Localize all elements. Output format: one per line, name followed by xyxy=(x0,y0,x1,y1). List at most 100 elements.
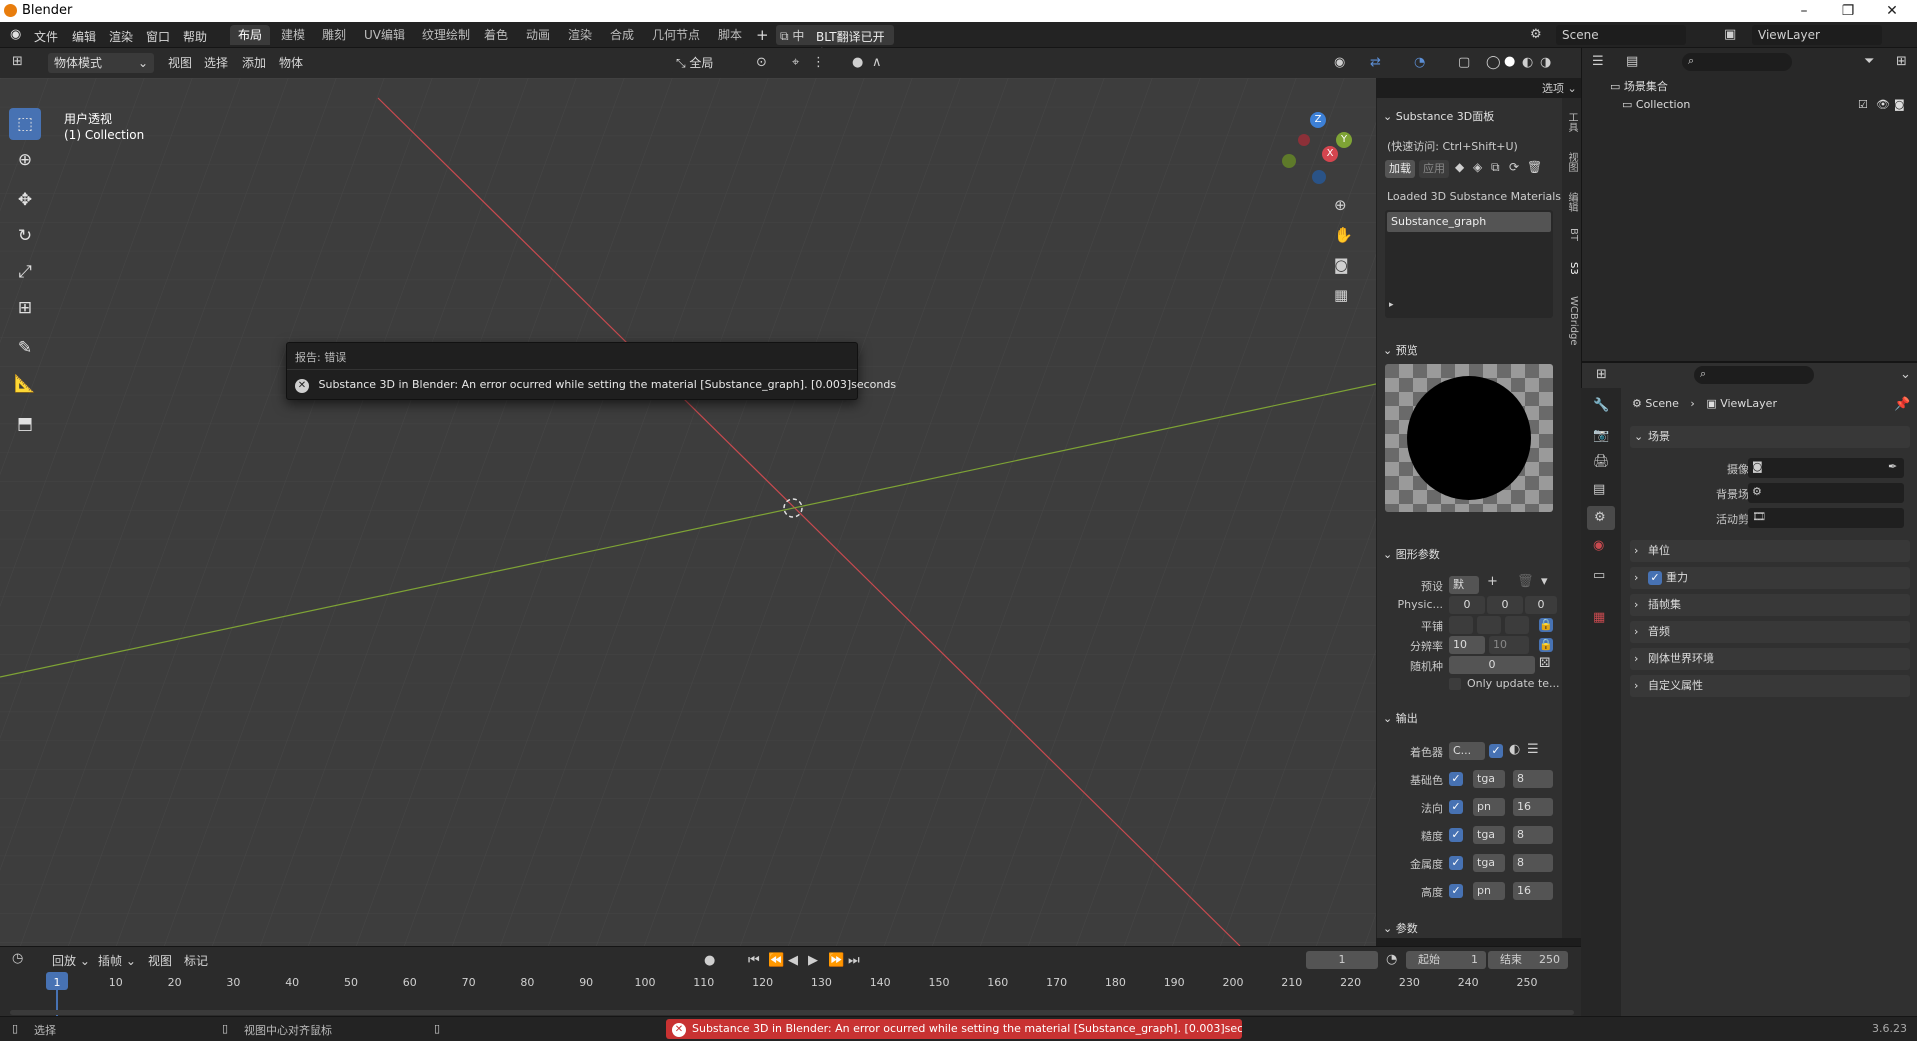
gizmo-y[interactable]: Y xyxy=(1336,132,1352,148)
substance-panel-header[interactable]: ⌄ Substance 3D面板 xyxy=(1383,108,1494,124)
sidebar-tab-view[interactable]: 视图 xyxy=(1564,152,1579,172)
camera-view-icon[interactable]: ◙ xyxy=(1334,256,1349,274)
output-bits-dropdown[interactable]: 16 xyxy=(1513,882,1553,900)
rotate-tool-icon[interactable]: ↻ xyxy=(9,220,41,252)
start-frame-field[interactable]: 起始 1 xyxy=(1406,951,1486,969)
transform-orientation-dropdown[interactable]: ⤡ 全局 xyxy=(670,53,746,73)
material-list-item[interactable]: Substance_graph xyxy=(1387,212,1551,232)
zoom-icon[interactable]: ⊕ xyxy=(1334,196,1347,214)
output-enable-checkbox[interactable]: ✓ xyxy=(1449,856,1463,870)
collection-props-icon[interactable]: ▭ xyxy=(1593,568,1605,583)
eye-icon[interactable]: 👁 xyxy=(1876,98,1890,111)
output-format-dropdown[interactable]: tga xyxy=(1473,826,1505,844)
add-cube-tool-icon[interactable]: ⬒ xyxy=(9,408,41,440)
section-rigid-body-world[interactable]: › 刚体世界环境 xyxy=(1630,648,1910,670)
menu-window[interactable]: 窗口 xyxy=(146,28,170,45)
tab-geometry-nodes[interactable]: 几何节点 xyxy=(644,25,708,45)
xray-icon[interactable]: ▢ xyxy=(1458,55,1470,70)
active-clip-field[interactable]: 🎞 xyxy=(1748,508,1904,528)
transform-tool-icon[interactable]: ⊞ xyxy=(9,292,41,324)
menu-edit[interactable]: 编辑 xyxy=(72,28,96,45)
tab-scripting[interactable]: 脚本 xyxy=(710,25,750,45)
menu-view[interactable]: 视图 xyxy=(168,53,192,73)
overlay-toggle-icon[interactable]: ◔ xyxy=(1414,55,1425,70)
visibility-icon[interactable]: ◉ xyxy=(1334,55,1345,70)
preview-range-icon[interactable]: ◔ xyxy=(1386,952,1397,967)
playback-menu[interactable]: 回放 ⌄ xyxy=(52,951,90,971)
prev-keyframe-icon[interactable]: ⏪ xyxy=(768,953,784,968)
end-frame-field[interactable]: 结束 250 xyxy=(1488,951,1568,969)
physic-field-2[interactable]: 0 xyxy=(1525,596,1557,614)
remove-preset-icon[interactable]: 🗑 xyxy=(1517,574,1534,589)
world-props-icon[interactable]: ◉ xyxy=(1593,538,1604,553)
view-menu[interactable]: 视图 xyxy=(148,951,172,971)
close-window-button[interactable]: ✕ xyxy=(1872,1,1912,21)
outliner-editor-icon[interactable]: ☰ xyxy=(1592,54,1604,69)
outliner-collection-row[interactable]: ▭ Collection ☑ 👁 ◙ xyxy=(1622,98,1912,111)
output-bits-dropdown[interactable]: 8 xyxy=(1513,770,1553,788)
chevron-down-icon[interactable]: ⌄ xyxy=(1900,367,1911,382)
refresh-icon[interactable]: ⟳ xyxy=(1509,160,1519,174)
sidebar-tab-s3[interactable]: S3 xyxy=(1564,262,1579,275)
gizmo-neg-x[interactable] xyxy=(1298,134,1310,146)
status-error-banner[interactable]: ✕ Substance 3D in Blender: An error ocurr… xyxy=(666,1019,1242,1039)
pivot-icon[interactable]: ⊙ xyxy=(756,55,767,70)
section-gravity[interactable]: › ✓ 重力 xyxy=(1630,567,1910,589)
tab-layout[interactable]: 布局 xyxy=(230,25,271,45)
add-workspace-button[interactable]: + xyxy=(756,26,769,44)
gizmo-neg-z[interactable] xyxy=(1312,170,1326,184)
scale-tool-icon[interactable]: ⤢ xyxy=(9,256,41,288)
scene-selector[interactable]: Scene xyxy=(1556,25,1686,45)
tab-shading[interactable]: 着色 xyxy=(476,25,516,45)
display-mode-icon[interactable]: ▤ xyxy=(1626,54,1638,69)
tiling-field-1[interactable] xyxy=(1477,616,1501,634)
seed-field[interactable]: 0 xyxy=(1449,656,1535,674)
graph-params-header[interactable]: ⌄ 图形参数 xyxy=(1383,546,1440,562)
current-frame-field[interactable]: 1 xyxy=(1306,951,1378,969)
play-icon[interactable]: ▶ xyxy=(808,953,818,968)
solid-shading-icon[interactable]: ● xyxy=(1504,54,1515,69)
gravity-checkbox[interactable]: ✓ xyxy=(1648,571,1662,585)
tool-props-icon[interactable]: 🔧 xyxy=(1593,398,1609,413)
material-shading-icon[interactable]: ◐ xyxy=(1522,55,1533,70)
blender-menu-icon[interactable]: ◉ xyxy=(10,27,21,42)
jump-start-icon[interactable]: ⏮ xyxy=(748,953,760,968)
section-units[interactable]: › 单位 xyxy=(1630,540,1910,562)
mode-dropdown[interactable]: 物体模式 ⌄ xyxy=(48,53,154,73)
minimize-button[interactable]: – xyxy=(1784,1,1824,21)
physic-field-0[interactable]: 0 xyxy=(1449,596,1485,614)
menu-select[interactable]: 选择 xyxy=(204,53,228,73)
output-format-dropdown[interactable]: pn xyxy=(1473,882,1505,900)
tab-sculpting[interactable]: 雕刻 xyxy=(314,25,354,45)
output-bits-dropdown[interactable]: 8 xyxy=(1513,826,1553,844)
material-icon[interactable]: ◆ xyxy=(1455,160,1464,174)
only-update-checkbox[interactable] xyxy=(1449,678,1461,690)
gizmo-neg-y[interactable] xyxy=(1282,154,1296,168)
camera-field[interactable]: ◙ ✒ xyxy=(1748,458,1904,478)
navigation-gizmo[interactable]: Z Y X xyxy=(1272,112,1362,192)
snap-target-icon[interactable]: ⋮ xyxy=(812,55,825,70)
gizmo-x[interactable]: X xyxy=(1322,146,1338,162)
resolution-height[interactable]: 10 xyxy=(1489,636,1529,654)
shader-sphere-icon[interactable]: ◐ xyxy=(1509,742,1520,757)
tab-rendering[interactable]: 渲染 xyxy=(560,25,600,45)
measure-tool-icon[interactable]: 📐 xyxy=(9,368,41,400)
output-enable-checkbox[interactable]: ✓ xyxy=(1449,828,1463,842)
duplicate-icon[interactable]: ⧉ xyxy=(1491,160,1500,175)
gizmo-z[interactable]: Z xyxy=(1310,112,1326,128)
tab-animation[interactable]: 动画 xyxy=(518,25,558,45)
move-tool-icon[interactable]: ✥ xyxy=(9,184,41,216)
texture-props-icon[interactable]: ▦ xyxy=(1593,610,1605,625)
filter-icon[interactable]: ⏷ xyxy=(1864,54,1874,69)
sidebar-tab-bt[interactable]: BT xyxy=(1564,228,1579,241)
sidebar-tab-tool[interactable]: 工具 xyxy=(1564,112,1579,132)
output-enable-checkbox[interactable]: ✓ xyxy=(1449,772,1463,786)
shader-list-icon[interactable]: ☰ xyxy=(1527,742,1539,757)
timeline-editor-icon[interactable]: ◷ xyxy=(12,951,23,966)
scene-section-header[interactable]: ⌄ 场景 xyxy=(1630,426,1910,448)
output-format-dropdown[interactable]: tga xyxy=(1473,854,1505,872)
new-collection-icon[interactable]: ⊞ xyxy=(1896,54,1907,69)
load-button[interactable]: 加载 xyxy=(1385,160,1415,178)
record-icon[interactable]: ● xyxy=(704,953,715,968)
tiling-field-0[interactable] xyxy=(1449,616,1473,634)
